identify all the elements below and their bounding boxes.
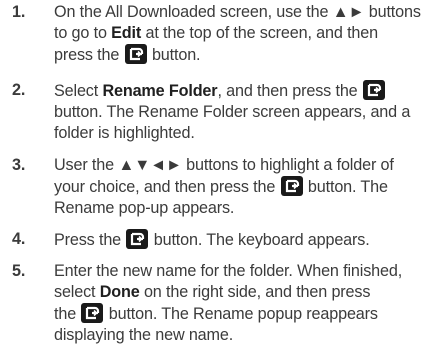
enter-button-icon [124, 44, 147, 64]
step-text: Press the button. The keyboard appears. [54, 229, 444, 251]
text-run: to go to [54, 24, 112, 42]
step-line: button. The Rename Folder screen appears… [54, 103, 411, 121]
step-line: your choice, and then press the button. … [54, 176, 444, 198]
text-run: button. [147, 46, 201, 64]
step-line: User the ▲▼◄► buttons to highlight a fol… [54, 156, 394, 174]
menu-term-edit: Edit [111, 24, 142, 42]
step-line: folder is highlighted. [54, 124, 195, 142]
text-run: button. The Rename popup reappears [104, 305, 378, 323]
step-line: Rename pop-up appears. [54, 199, 235, 217]
menu-term-done: Done [99, 283, 140, 301]
step-line: Select Rename Folder, and then press the [54, 80, 444, 102]
text-run: button. The [303, 178, 388, 196]
step-line: Press the button. The keyboard appears. [54, 229, 444, 251]
step-line: displaying the new name. [54, 326, 234, 344]
step-line: On the All Downloaded screen, use the ▲►… [54, 3, 421, 21]
step-line: the button. The Rename popup reappears [54, 303, 444, 325]
text-run: Press the [54, 231, 126, 249]
step-text: On the All Downloaded screen, use the ▲►… [54, 2, 444, 66]
step-number: 1. [12, 3, 26, 21]
step-text: User the ▲▼◄► buttons to highlight a fol… [54, 155, 444, 219]
enter-button-icon [81, 303, 104, 323]
text-run: Select [54, 82, 103, 100]
text-run: the [54, 305, 81, 323]
enter-button-icon [280, 176, 303, 196]
text-run: , and then press the [217, 82, 362, 100]
step-line: press the button. [54, 44, 444, 66]
text-run: select [54, 283, 100, 301]
step-number: 5. [12, 262, 26, 280]
step-line: select Done on the right side, and then … [54, 282, 444, 303]
step-number: 4. [12, 230, 26, 248]
menu-term-rename-folder: Rename Folder [102, 82, 218, 100]
step-line: Enter the new name for the folder. When … [54, 262, 403, 280]
text-run: your choice, and then press the [54, 178, 280, 196]
step-line: to go to Edit at the top of the screen, … [54, 23, 444, 44]
enter-button-icon [126, 229, 149, 249]
step-text: Select Rename Folder, and then press the… [54, 80, 444, 144]
text-run: button. The keyboard appears. [149, 231, 370, 249]
enter-button-icon [362, 80, 385, 100]
text-run: on the right side, and then press [139, 283, 371, 301]
text-run: at the top of the screen, and then [141, 24, 378, 42]
text-run: press the [54, 46, 124, 64]
instructions-page: 1. On the All Downloaded screen, use the… [0, 0, 448, 348]
step-text: Enter the new name for the folder. When … [54, 261, 444, 346]
step-number: 3. [12, 156, 26, 174]
step-number: 2. [12, 81, 26, 99]
